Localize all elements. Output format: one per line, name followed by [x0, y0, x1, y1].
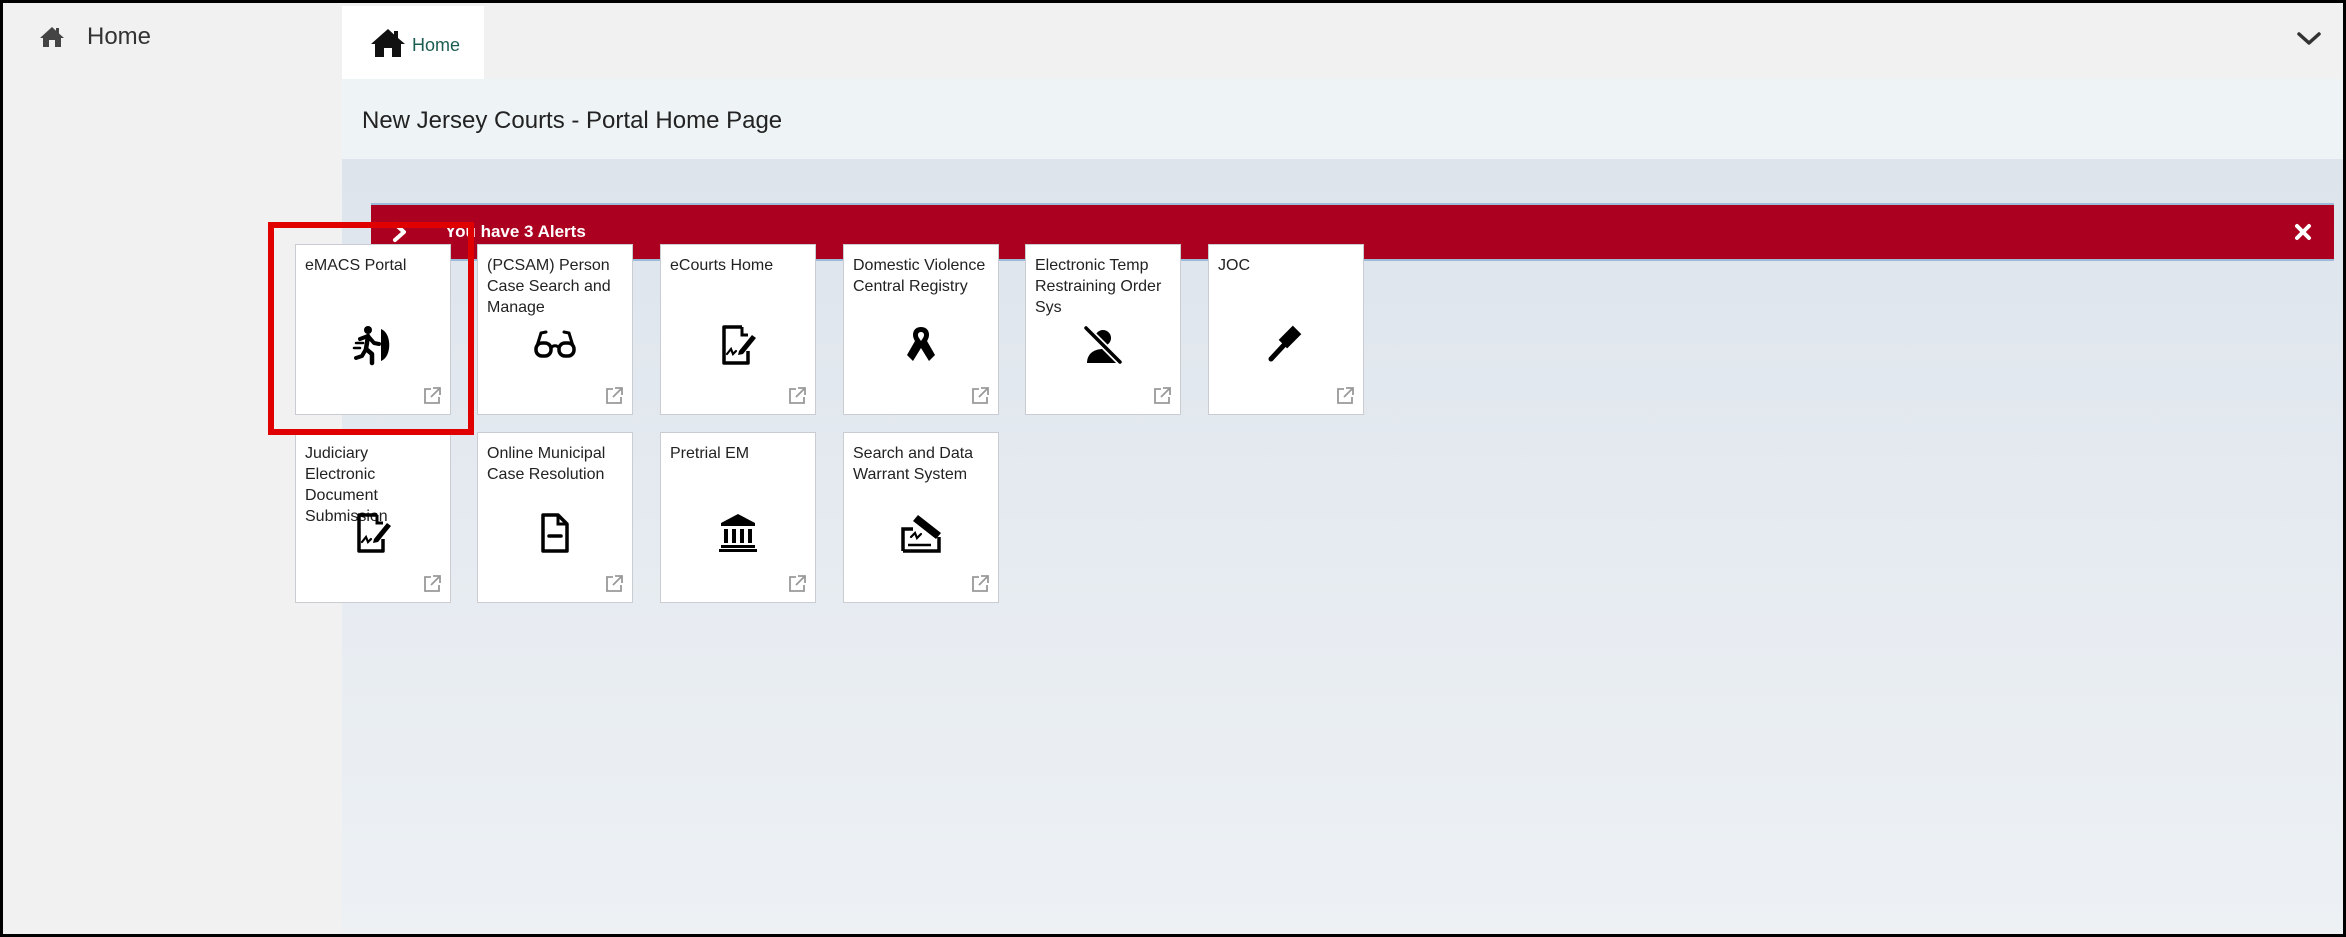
sidebar: Home: [3, 3, 342, 934]
chevron-right-icon[interactable]: [391, 221, 409, 243]
tile-title: Pretrial EM: [670, 445, 750, 462]
tile-title: (PCSAM) Person Case Search and Manage: [487, 257, 611, 316]
breadcrumb-label: Home: [412, 35, 461, 55]
tile-title: Search and Data Warrant System: [853, 445, 974, 483]
external-link-icon: [972, 575, 989, 592]
tile-pretrial-em[interactable]: Pretrial EM: [660, 432, 816, 603]
tile-emacs-portal[interactable]: eMACS Portal: [295, 244, 451, 415]
glasses-icon: [534, 330, 576, 358]
signed-document-icon: [357, 513, 391, 553]
document-icon: [541, 513, 569, 553]
running-exit-icon: [352, 326, 390, 366]
top-bar: Home: [342, 3, 2343, 79]
tile-judiciary-document-submission[interactable]: Judiciary Electronic Document Submission: [295, 432, 451, 603]
tile-online-municipal-case-resolution[interactable]: Online Municipal Case Resolution: [477, 432, 633, 603]
external-link-icon: [1154, 387, 1171, 404]
page-title: New Jersey Courts - Portal Home Page: [362, 107, 783, 134]
signing-icon: [901, 515, 941, 553]
external-link-icon: [972, 387, 989, 404]
tile-title: eCourts Home: [670, 257, 774, 274]
external-link-icon: [424, 575, 441, 592]
external-link-icon: [606, 575, 623, 592]
close-icon[interactable]: [2294, 223, 2312, 241]
breadcrumb-home[interactable]: Home: [342, 6, 484, 79]
tile-joc[interactable]: JOC: [1208, 244, 1364, 415]
tile-title: Electronic Temp Restraining Order Sys: [1035, 257, 1162, 316]
awareness-ribbon-icon: [907, 327, 935, 361]
tile-title: Online Municipal Case Resolution: [487, 445, 606, 483]
tile-title: JOC: [1218, 257, 1250, 274]
gavel-icon: [1268, 325, 1302, 362]
tile-domestic-violence-registry[interactable]: Domestic Violence Central Registry: [843, 244, 999, 415]
external-link-icon: [606, 387, 623, 404]
chevron-down-icon[interactable]: [2295, 27, 2323, 49]
page-header: New Jersey Courts - Portal Home Page: [342, 79, 2343, 159]
alert-text: You have 3 Alerts: [445, 222, 586, 241]
tile-etro-system[interactable]: Electronic Temp Restraining Order Sys: [1025, 244, 1181, 415]
sidebar-item-home[interactable]: Home: [39, 23, 151, 51]
tile-pcsam[interactable]: (PCSAM) Person Case Search and Manage: [477, 244, 633, 415]
tile-search-data-warrant-system[interactable]: Search and Data Warrant System: [843, 432, 999, 603]
home-icon: [40, 27, 64, 47]
courthouse-icon: [719, 514, 757, 552]
external-link-icon: [1337, 387, 1354, 404]
external-link-icon: [424, 387, 441, 404]
person-blocked-icon: [1082, 324, 1124, 366]
signed-document-icon: [722, 325, 756, 365]
external-link-icon: [789, 387, 806, 404]
sidebar-item-label: Home: [87, 23, 152, 50]
external-link-icon: [789, 575, 806, 592]
home-icon: [371, 28, 405, 57]
tile-title: eMACS Portal: [305, 257, 407, 274]
tile-ecourts-home[interactable]: eCourts Home: [660, 244, 816, 415]
tile-title: Domestic Violence Central Registry: [853, 257, 986, 295]
